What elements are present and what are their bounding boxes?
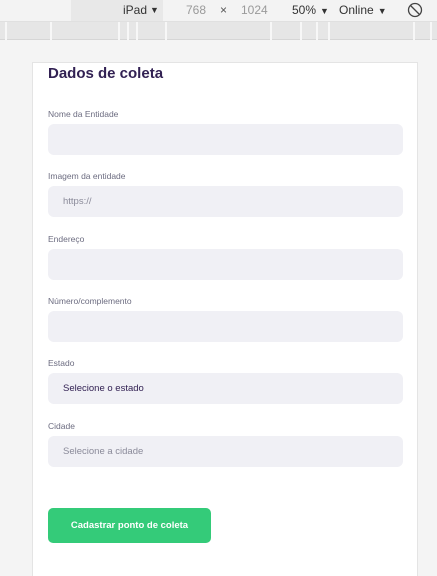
media-query-marker — [136, 22, 138, 40]
form-card: Dados de coleta Nome da Entidade Imagem … — [32, 62, 418, 576]
chevron-down-icon: ▼ — [150, 5, 159, 15]
media-query-marker — [50, 22, 52, 40]
entity-image-input[interactable]: https:// — [48, 186, 403, 217]
media-query-marker — [413, 22, 415, 40]
media-query-marker — [328, 22, 330, 40]
zoom-selector[interactable]: 50% ▼ — [292, 3, 329, 17]
media-query-marker — [5, 22, 7, 40]
address-input[interactable] — [48, 249, 403, 280]
city-select[interactable]: Selecione a cidade — [48, 436, 403, 467]
media-query-bar[interactable] — [0, 22, 437, 40]
number-input[interactable] — [48, 311, 403, 342]
media-query-marker — [430, 22, 432, 40]
throttle-selector[interactable]: Online ▼ — [339, 3, 387, 17]
media-query-marker — [127, 22, 129, 40]
media-query-marker — [270, 22, 272, 40]
state-select[interactable]: Selecione o estado — [48, 373, 403, 404]
device-name: iPad — [123, 3, 148, 17]
device-toolbar: iPad ▼ 768 × 1024 50% ▼ Online ▼ — [0, 0, 437, 22]
media-query-marker — [316, 22, 318, 40]
media-query-marker — [165, 22, 167, 40]
entity-image-label: Imagem da entidade — [48, 171, 126, 181]
media-query-marker — [300, 22, 302, 40]
zoom-level: 50% — [292, 3, 317, 17]
throttle-label: Online — [339, 3, 374, 17]
chevron-down-icon: ▼ — [377, 6, 387, 16]
number-label: Número/complemento — [48, 296, 132, 306]
submit-button[interactable]: Cadastrar ponto de coleta — [48, 508, 211, 543]
chevron-down-icon: ▼ — [320, 6, 329, 16]
entity-name-label: Nome da Entidade — [48, 109, 119, 119]
entity-name-input[interactable] — [48, 124, 403, 155]
rotate-icon[interactable] — [407, 2, 423, 18]
viewport-height-input[interactable]: 1024 — [241, 3, 268, 17]
device-selector[interactable]: iPad ▼ — [71, 0, 163, 21]
media-query-marker — [118, 22, 120, 40]
state-label: Estado — [48, 358, 75, 368]
viewport-width-input[interactable]: 768 — [186, 3, 206, 17]
form-title: Dados de coleta — [48, 65, 164, 82]
city-label: Cidade — [48, 421, 75, 431]
times-icon: × — [220, 3, 228, 17]
address-label: Endereço — [48, 234, 85, 244]
